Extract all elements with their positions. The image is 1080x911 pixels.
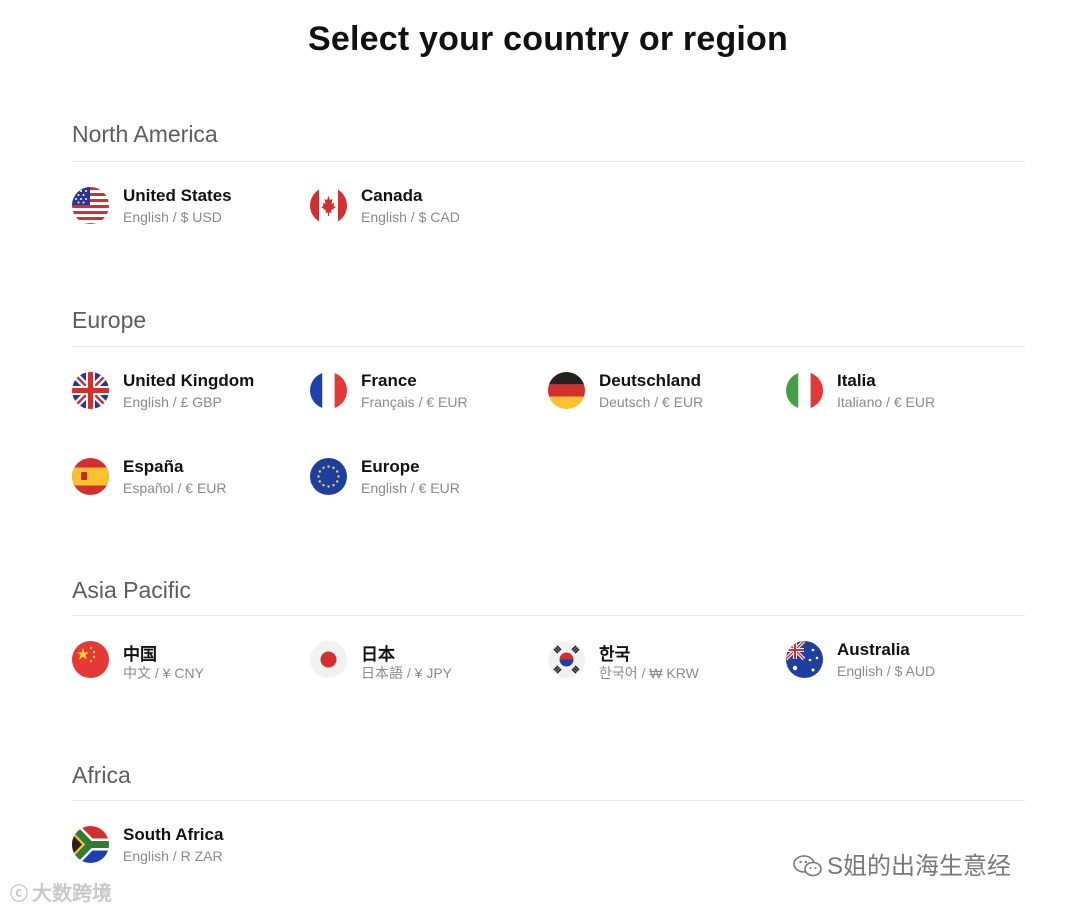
country-language-currency: English / £ GBP (123, 394, 222, 410)
country-name: 日本 (361, 645, 395, 664)
country-language-currency: Français / € EUR (361, 394, 468, 410)
page-title: Select your country or region (307, 20, 788, 58)
region-divider (72, 800, 1025, 801)
country-language-currency: Deutsch / € EUR (599, 394, 704, 410)
watermark-left: ⓒ 大数跨境 (10, 877, 112, 906)
watermark-left-text: 大数跨境 (32, 883, 112, 905)
region-divider (72, 161, 1025, 162)
country-france[interactable]: France Français / € EUR (310, 368, 540, 414)
country-name: Europe (361, 457, 420, 476)
region-heading-europe: Europe (72, 307, 147, 333)
region-divider (72, 346, 1025, 347)
country-united-states[interactable]: United States English / $ USD (72, 183, 302, 229)
country-name: Australia (837, 640, 910, 659)
country-italia[interactable]: Italia Italiano / € EUR (786, 368, 1016, 414)
wechat-icon (793, 854, 823, 878)
watermark-right: S姐的出海生意经 (793, 846, 1011, 881)
kr-flag-icon (548, 641, 585, 678)
country-united-kingdom[interactable]: United Kingdom English / £ GBP (72, 368, 302, 414)
country-canada[interactable]: Canada English / $ CAD (310, 183, 540, 229)
country-language-currency: English / $ CAD (361, 209, 460, 225)
country-name: United Kingdom (123, 371, 255, 390)
country-name: Deutschland (599, 371, 702, 390)
country-south-africa[interactable]: South Africa English / R ZAR (72, 822, 302, 868)
country-language-currency: Italiano / € EUR (837, 394, 936, 410)
watermark-logo-icon: ⓒ (10, 884, 28, 904)
country-deutschland[interactable]: Deutschland Deutsch / € EUR (548, 368, 778, 414)
country-name: Canada (361, 186, 423, 205)
jp-flag-icon (310, 641, 347, 678)
country-language-currency: 中文 / ¥ CNY (123, 665, 204, 681)
country-language-currency: English / R ZAR (123, 848, 223, 864)
es-flag-icon (72, 458, 109, 495)
country-name: 한국 (599, 645, 631, 664)
watermark-right-text: S姐的出海生意经 (827, 853, 1012, 880)
country-name: France (361, 371, 417, 390)
country-name: South Africa (123, 825, 224, 844)
country-language-currency: English / $ AUD (837, 663, 936, 679)
us-flag-icon (72, 187, 109, 224)
country-korea[interactable]: 한국 한국어 / ₩ KRW (548, 637, 778, 683)
country-australia[interactable]: Australia English / $ AUD (786, 637, 1016, 683)
eu-flag-icon (310, 458, 347, 495)
it-flag-icon (786, 372, 823, 409)
region-divider (72, 615, 1025, 616)
de-flag-icon (548, 372, 585, 409)
gb-flag-icon (72, 372, 109, 409)
country-name: Italia (837, 371, 876, 390)
cn-flag-icon (72, 641, 109, 678)
country-china[interactable]: 中国 中文 / ¥ CNY (72, 637, 302, 683)
region-heading-africa: Africa (72, 762, 131, 788)
country-name: 中国 (123, 645, 157, 664)
ca-flag-icon (310, 187, 347, 224)
au-flag-icon (786, 641, 823, 678)
country-language-currency: English / € EUR (361, 480, 460, 496)
country-japan[interactable]: 日本 日本語 / ¥ JPY (310, 637, 540, 683)
country-europe[interactable]: Europe English / € EUR (310, 454, 540, 500)
country-name: United States (123, 186, 232, 205)
country-language-currency: 日本語 / ¥ JPY (361, 665, 453, 681)
country-language-currency: English / $ USD (123, 209, 222, 225)
country-espana[interactable]: España Español / € EUR (72, 454, 302, 500)
country-language-currency: 한국어 / ₩ KRW (599, 665, 699, 681)
region-heading-north-america: North America (72, 121, 218, 147)
fr-flag-icon (310, 372, 347, 409)
za-flag-icon (72, 826, 109, 863)
country-name: España (123, 457, 184, 476)
country-language-currency: Español / € EUR (123, 480, 227, 496)
region-heading-asia-pacific: Asia Pacific (72, 577, 191, 603)
